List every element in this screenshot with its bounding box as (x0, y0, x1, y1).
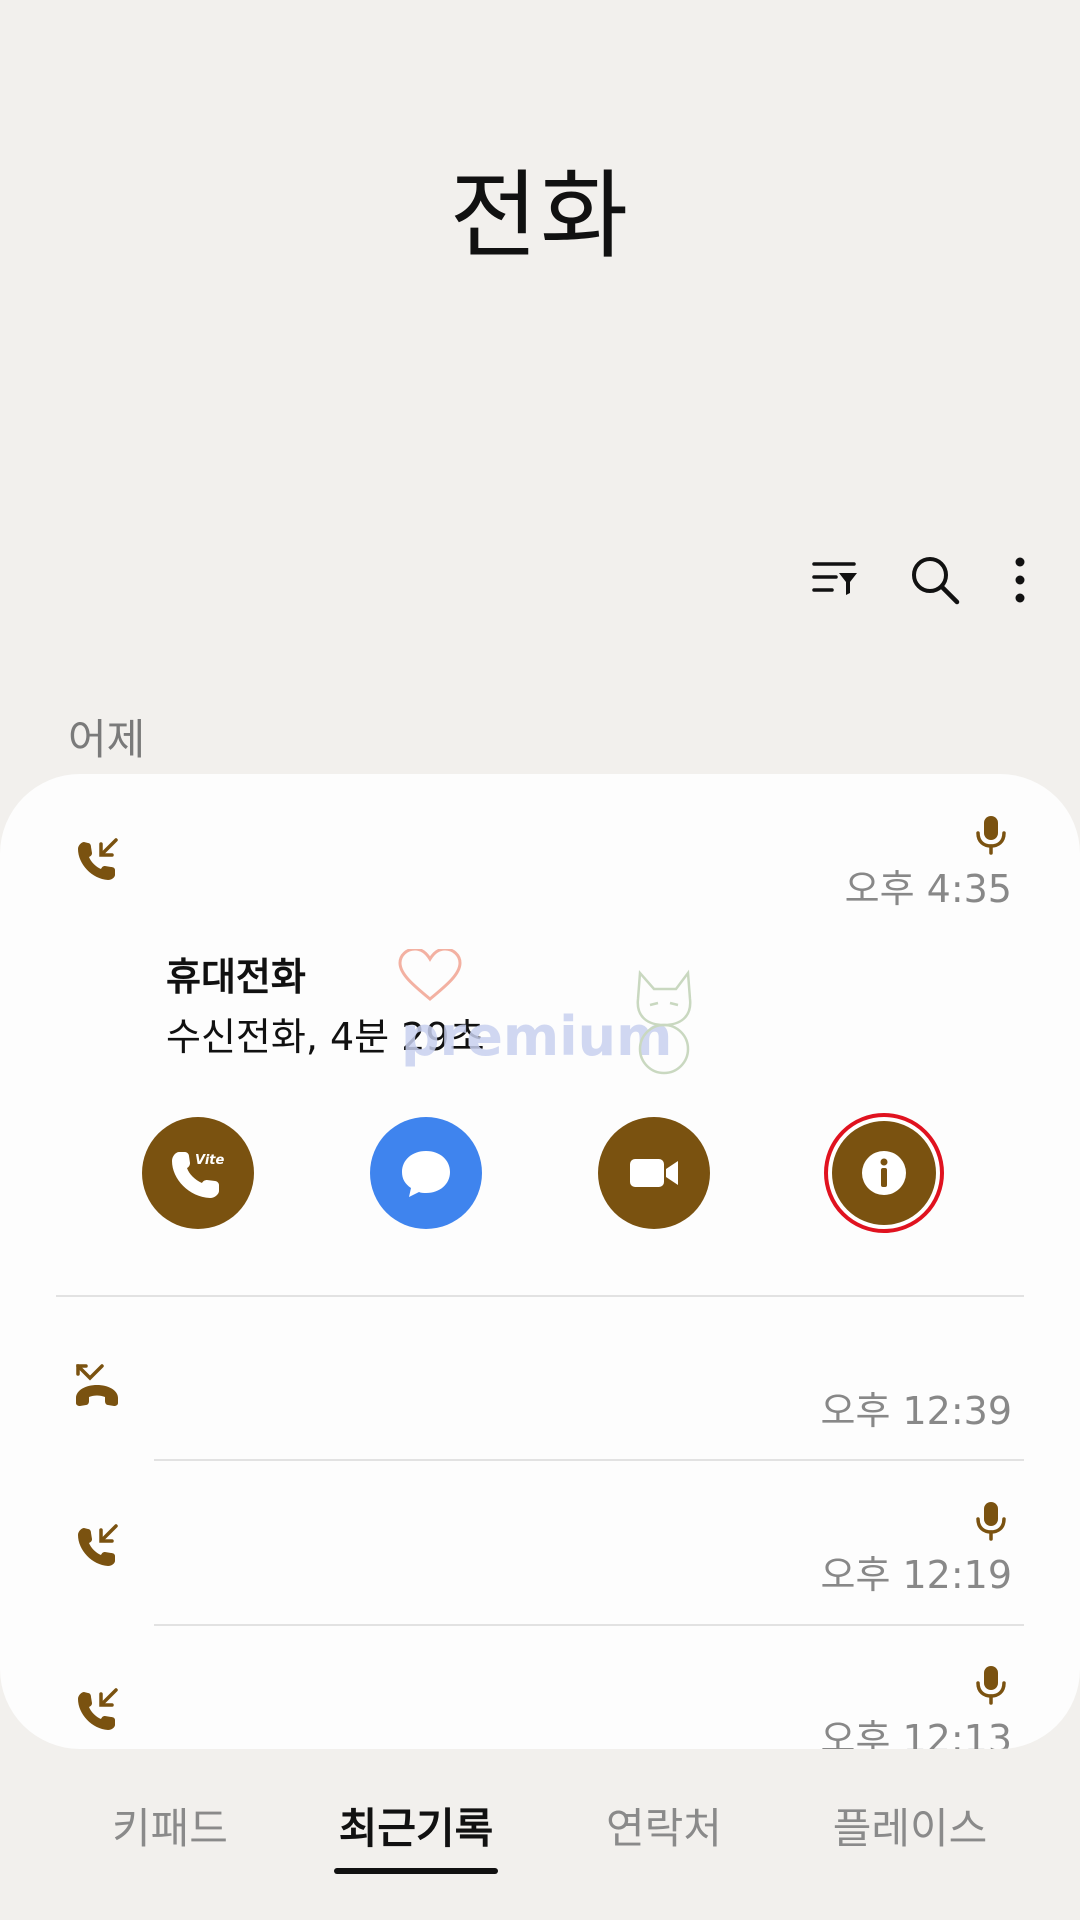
video-camera-icon (630, 1159, 678, 1187)
svg-text:Vite: Vite (195, 1153, 225, 1168)
call-time: 오후 4:35 (844, 867, 1012, 911)
recording-mic-icon (976, 1666, 1006, 1705)
search-icon (912, 557, 960, 605)
call-time: 오후 12:19 (820, 1553, 1012, 1597)
incoming-call-icon (78, 1524, 118, 1566)
filter-button[interactable] (800, 545, 870, 615)
filter-list-icon (812, 562, 857, 595)
date-section-label: 어제 (68, 715, 146, 764)
tab-contacts[interactable]: 연락처 (544, 1795, 784, 1856)
divider (154, 1624, 1024, 1626)
tab-keypad[interactable]: 키패드 (50, 1795, 290, 1856)
phone-volte-icon: Vite (172, 1152, 225, 1198)
tab-places[interactable]: 플레이스 (790, 1795, 1030, 1856)
recording-mic-icon (976, 1502, 1006, 1541)
call-time: 오후 12:39 (820, 1389, 1012, 1433)
page-title: 전화 (449, 160, 631, 272)
divider (154, 1459, 1024, 1461)
tab-recents[interactable]: 최근기록 (296, 1795, 536, 1856)
more-vertical-icon (1015, 557, 1025, 603)
video-call-button[interactable] (598, 1117, 710, 1229)
call-details-button[interactable] (824, 1113, 944, 1233)
search-button[interactable] (900, 545, 970, 615)
call-actions: Vite (0, 1113, 1080, 1237)
bottom-nav: 키패드 최근기록 연락처 플레이스 (0, 1795, 1080, 1875)
incoming-call-icon (78, 1688, 118, 1730)
more-options-button[interactable] (1000, 545, 1040, 615)
call-detail: 수신전화, 4분 29초 (166, 1015, 485, 1059)
recording-mic-icon (976, 816, 1006, 855)
volte-call-button[interactable]: Vite (142, 1117, 254, 1229)
divider (56, 1295, 1024, 1297)
missed-call-icon (76, 1364, 118, 1406)
toolbar (770, 545, 1040, 615)
message-button[interactable] (370, 1117, 482, 1229)
info-icon (862, 1151, 906, 1195)
incoming-call-icon (78, 838, 118, 880)
details-button-fill (832, 1121, 936, 1225)
call-time: 오후 12:13 (820, 1717, 1012, 1749)
contact-name: 휴대전화 (166, 955, 306, 999)
message-bubble-icon (402, 1151, 450, 1197)
call-log-card: 오후 4:35 휴대전화 수신전화, 4분 29초 premium Vite 오… (0, 774, 1080, 1749)
active-tab-indicator (334, 1868, 498, 1874)
